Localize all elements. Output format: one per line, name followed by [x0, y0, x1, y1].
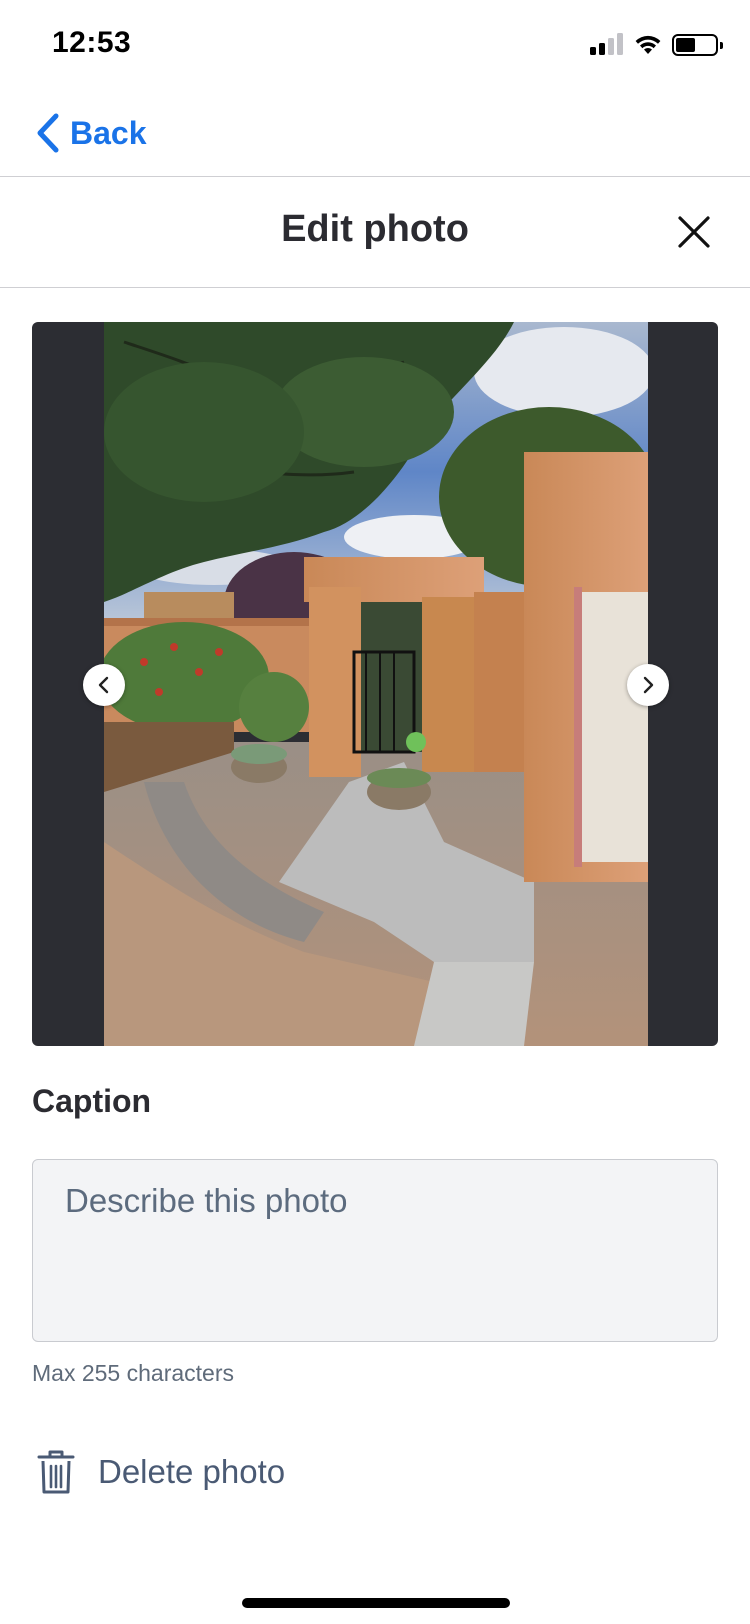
photo-image — [104, 322, 648, 1046]
page-title: Edit photo — [281, 208, 469, 250]
caption-input[interactable] — [32, 1159, 718, 1342]
page-header: Edit photo — [0, 178, 750, 288]
wifi-icon — [635, 35, 661, 54]
chevron-right-icon — [643, 676, 654, 694]
close-icon[interactable] — [674, 212, 714, 252]
back-label: Back — [70, 114, 147, 151]
home-indicator[interactable] — [242, 1598, 510, 1608]
battery-level — [676, 38, 695, 52]
back-button[interactable]: Back — [34, 108, 147, 158]
status-time: 12:53 — [52, 26, 132, 59]
navigation-bar: Back — [0, 88, 750, 177]
delete-photo-label: Delete photo — [98, 1453, 286, 1490]
chevron-left-icon — [98, 676, 109, 694]
battery-icon — [672, 34, 723, 56]
next-photo-button[interactable] — [627, 664, 669, 706]
delete-photo-button[interactable]: Delete photo — [36, 1444, 285, 1500]
photo-viewer — [32, 322, 718, 1046]
caption-label: Caption — [32, 1083, 152, 1119]
trash-icon — [37, 1450, 75, 1494]
cellular-signal-icon — [590, 33, 626, 55]
caption-hint: Max 255 characters — [32, 1360, 234, 1386]
previous-photo-button[interactable] — [83, 664, 125, 706]
status-bar: 12:53 — [0, 0, 750, 88]
chevron-left-icon — [37, 113, 59, 153]
